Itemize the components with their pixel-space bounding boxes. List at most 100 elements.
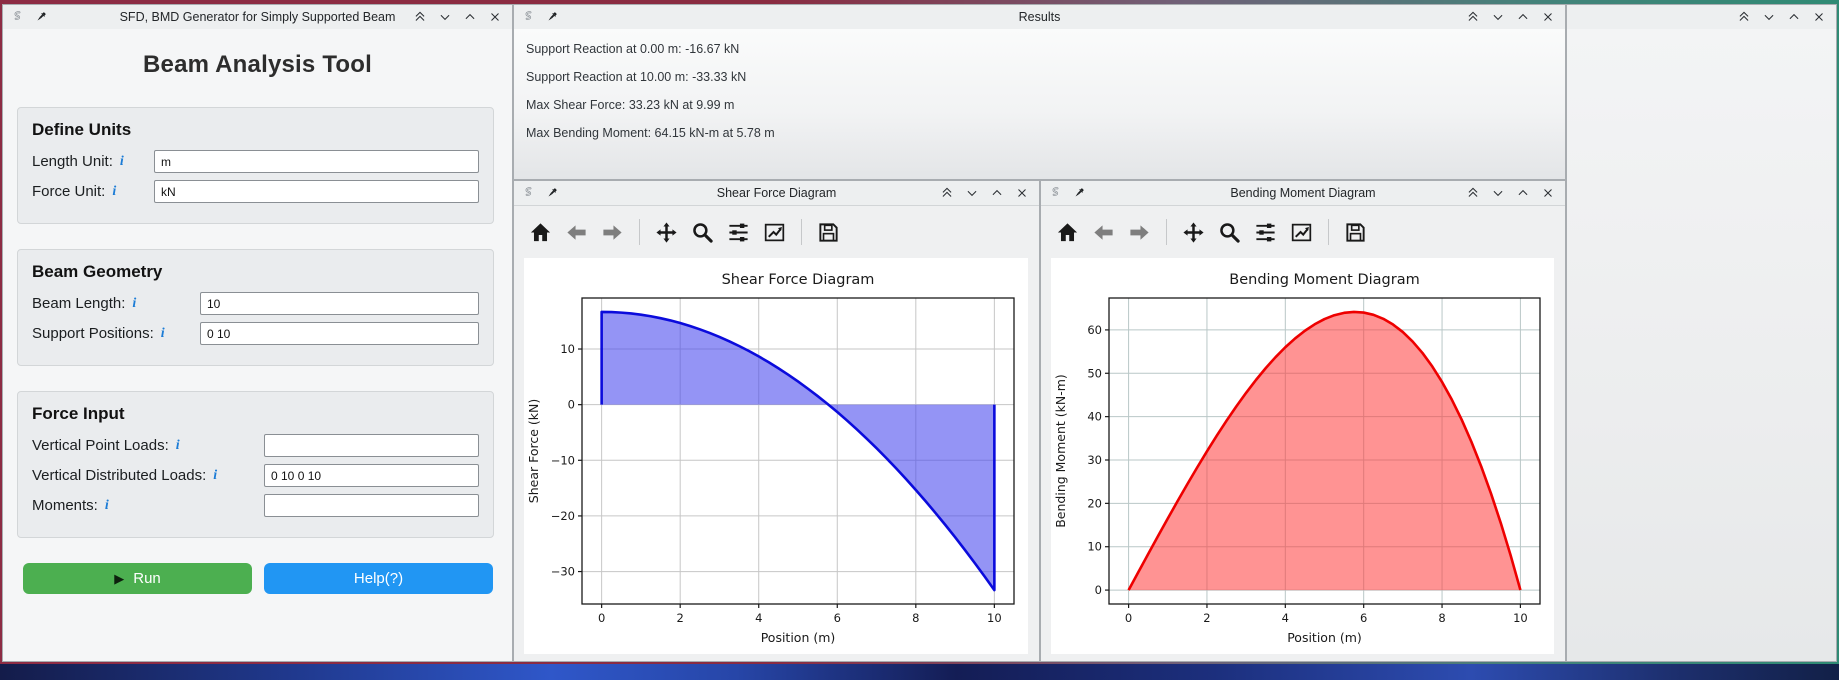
bmd-window: Bending Moment Diagram 0 2 4 6 8 10 0 10… — [1040, 180, 1566, 662]
info-icon[interactable]: i — [132, 296, 136, 312]
pan-icon — [655, 221, 678, 244]
svg-text:Bending Moment (kN-m): Bending Moment (kN-m) — [1053, 374, 1068, 528]
pin-button[interactable] — [1072, 186, 1086, 200]
point-loads-input[interactable] — [264, 434, 479, 457]
zoom-button[interactable] — [1218, 221, 1241, 244]
field-label: Vertical Point Loads: — [32, 437, 169, 454]
field-row: Moments: i — [32, 494, 479, 517]
shade-button[interactable] — [413, 10, 427, 24]
pin-button[interactable] — [545, 10, 559, 24]
pin-button[interactable] — [545, 186, 559, 200]
help-button[interactable]: Help(?) — [264, 563, 493, 594]
generator-window: SFD, BMD Generator for Simply Supported … — [2, 4, 513, 662]
results-titlebar[interactable]: Results — [514, 5, 1565, 30]
app-logo — [522, 186, 536, 200]
length-unit-input[interactable] — [154, 150, 479, 173]
save-button[interactable] — [817, 221, 840, 244]
pan-button[interactable] — [655, 221, 678, 244]
svg-text:−20: −20 — [551, 509, 575, 523]
configure-subplots-button[interactable] — [1254, 221, 1277, 244]
force-input-section: Force Input Vertical Point Loads: i Verti… — [17, 391, 494, 538]
svg-text:−30: −30 — [551, 565, 575, 579]
svg-text:10: 10 — [987, 611, 1002, 625]
toolbar-separator — [639, 219, 640, 245]
minimize-button[interactable] — [1491, 186, 1505, 200]
field-label: Vertical Distributed Loads: — [32, 467, 207, 484]
svg-text:10: 10 — [560, 342, 575, 356]
generator-titlebar[interactable]: SFD, BMD Generator for Simply Supported … — [3, 5, 512, 30]
shade-button[interactable] — [1466, 186, 1480, 200]
info-icon[interactable]: i — [105, 498, 109, 514]
forward-button[interactable] — [601, 221, 624, 244]
pan-button[interactable] — [1182, 221, 1205, 244]
zoom-button[interactable] — [691, 221, 714, 244]
maximize-button[interactable] — [463, 10, 477, 24]
info-icon[interactable]: i — [120, 154, 124, 170]
minimize-button[interactable] — [1491, 10, 1505, 24]
distributed-loads-input[interactable] — [264, 464, 479, 487]
minimize-icon — [1491, 10, 1505, 24]
side-dock-titlebar[interactable] — [1567, 5, 1836, 30]
home-button[interactable] — [529, 221, 552, 244]
close-button[interactable] — [1541, 186, 1555, 200]
shade-button[interactable] — [1737, 10, 1751, 24]
force-unit-input[interactable] — [154, 180, 479, 203]
minimize-icon — [1762, 10, 1776, 24]
back-button[interactable] — [1092, 221, 1115, 244]
figure-options-button[interactable] — [1290, 221, 1313, 244]
maximize-icon — [1516, 186, 1530, 200]
result-line: Max Shear Force: 33.23 kN at 9.99 m — [526, 98, 735, 112]
maximize-button[interactable] — [1516, 186, 1530, 200]
toolbar-separator — [1166, 219, 1167, 245]
minimize-button[interactable] — [965, 186, 979, 200]
forward-button[interactable] — [1128, 221, 1151, 244]
generator-content: Beam Analysis Tool Define Units Length U… — [3, 29, 512, 661]
info-icon[interactable]: i — [176, 438, 180, 454]
result-line: Support Reaction at 0.00 m: -16.67 kN — [526, 42, 740, 56]
app-logo — [11, 10, 25, 24]
maximize-button[interactable] — [1516, 10, 1530, 24]
minimize-button[interactable] — [1762, 10, 1776, 24]
bmd-titlebar[interactable]: Bending Moment Diagram — [1041, 181, 1565, 206]
pin-icon — [545, 186, 559, 200]
run-button[interactable]: ▶ Run — [23, 563, 252, 594]
sfd-plot-canvas[interactable]: 0 2 4 6 8 10 10 0 −10 −20 −30 Shear Force Diagram Po… — [524, 258, 1028, 654]
bmd-plot-canvas[interactable]: 0 2 4 6 8 10 0 10 20 30 40 50 60 Bending Moment Diagr… — [1051, 258, 1554, 654]
section-title: Beam Geometry — [32, 262, 163, 281]
shade-button[interactable] — [1466, 10, 1480, 24]
close-button[interactable] — [1015, 186, 1029, 200]
pin-icon — [34, 10, 48, 24]
maximize-button[interactable] — [990, 186, 1004, 200]
sfd-titlebar[interactable]: Shear Force Diagram — [514, 181, 1039, 206]
section-title: Define Units — [32, 120, 132, 139]
shade-button[interactable] — [940, 186, 954, 200]
minimize-icon — [965, 186, 979, 200]
support-positions-input[interactable] — [200, 322, 479, 345]
minimize-button[interactable] — [438, 10, 452, 24]
beam-length-input[interactable] — [200, 292, 479, 315]
close-button[interactable] — [488, 10, 502, 24]
save-button[interactable] — [1344, 221, 1367, 244]
info-icon[interactable]: i — [112, 184, 116, 200]
close-button[interactable] — [1812, 10, 1826, 24]
pin-button[interactable] — [34, 10, 48, 24]
svg-text:0: 0 — [568, 398, 575, 412]
figure-options-button[interactable] — [763, 221, 786, 244]
home-button[interactable] — [1056, 221, 1079, 244]
app-logo-icon — [11, 10, 25, 24]
back-button[interactable] — [565, 221, 588, 244]
close-button[interactable] — [1541, 10, 1555, 24]
forward-icon — [1128, 221, 1151, 244]
svg-text:10: 10 — [1513, 611, 1528, 625]
info-icon[interactable]: i — [213, 468, 217, 484]
svg-text:60: 60 — [1087, 323, 1102, 337]
configure-subplots-button[interactable] — [727, 221, 750, 244]
maximize-button[interactable] — [1787, 10, 1801, 24]
field-row: Support Positions: i — [32, 322, 479, 345]
app-logo-icon — [1049, 186, 1063, 200]
svg-text:50: 50 — [1087, 366, 1102, 380]
app-logo — [1049, 186, 1063, 200]
moments-input[interactable] — [264, 494, 479, 517]
info-icon[interactable]: i — [161, 326, 165, 342]
run-icon: ▶ — [114, 570, 125, 586]
